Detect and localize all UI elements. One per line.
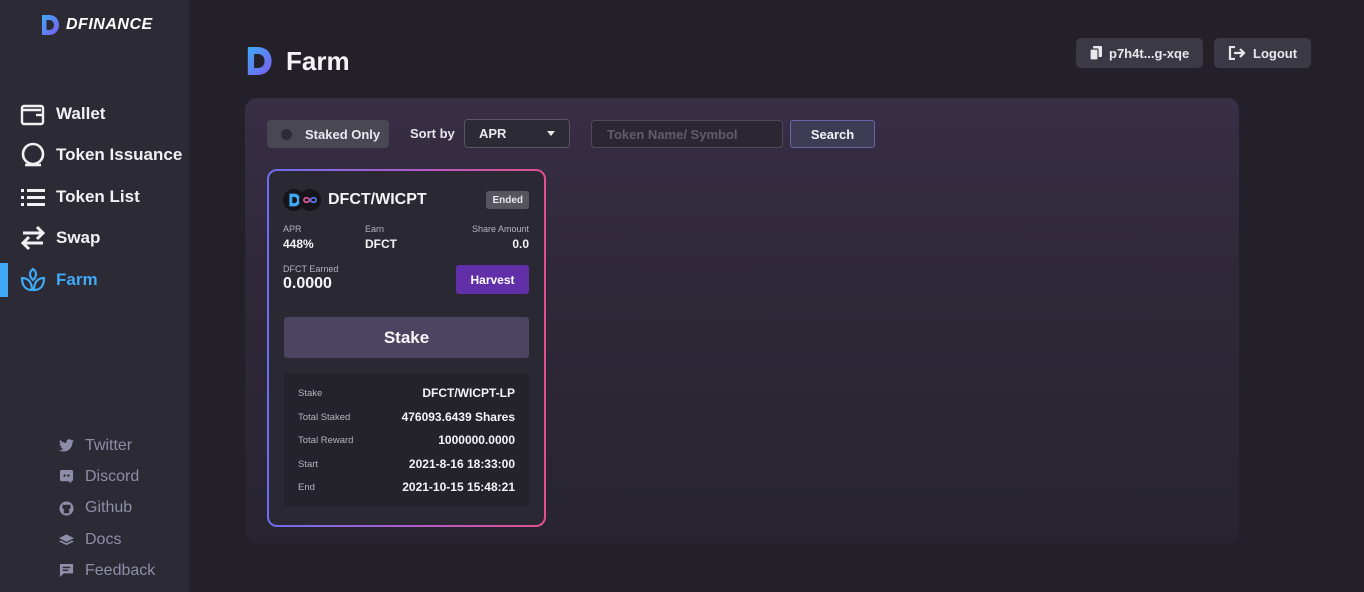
coin-icon: [20, 142, 46, 168]
caret-down-icon: [547, 131, 555, 136]
social-links: Twitter Discord Github Docs Feedback: [58, 430, 155, 586]
detail-key: Total Staked: [298, 411, 351, 423]
dfinance-logo-icon: [42, 15, 59, 35]
farm-card-body: DFCT/WICPT Ended APR 448% Earn DFCT Shar…: [269, 171, 544, 525]
page-header: Farm: [245, 45, 350, 77]
earn-label: Earn: [365, 224, 385, 234]
sidebar: DFINANCE Wallet Token Issuance Token Lis…: [0, 0, 189, 592]
farm-pair-name: DFCT/WICPT: [328, 191, 427, 208]
farm-details: Stake DFCT/WICPT-LP Total Staked 476093.…: [284, 373, 529, 506]
status-badge: Ended: [486, 191, 529, 209]
wallet-icon: [20, 101, 46, 127]
toggle-knob: [281, 128, 292, 140]
token-search-input[interactable]: [591, 120, 783, 148]
apr-label: APR: [283, 224, 302, 234]
staked-only-label: Staked Only: [305, 126, 381, 142]
feedback-icon: [58, 563, 74, 579]
share-amount-value: 0.0: [512, 237, 529, 251]
detail-row-start: Start 2021-8-16 18:33:00: [298, 454, 515, 474]
social-link-discord[interactable]: Discord: [58, 461, 155, 492]
sidebar-item-token-issuance[interactable]: Token Issuance: [0, 135, 189, 177]
sort-select[interactable]: APR: [464, 119, 570, 148]
farm-card: DFCT/WICPT Ended APR 448% Earn DFCT Shar…: [267, 169, 546, 527]
pair-token-icons: [283, 189, 321, 211]
detail-row-total-staked: Total Staked 476093.6439 Shares: [298, 407, 515, 427]
social-link-label: Feedback: [85, 561, 156, 579]
social-link-label: Twitter: [85, 436, 133, 454]
list-icon: [20, 184, 46, 210]
search-button[interactable]: Search: [790, 120, 875, 148]
social-link-github[interactable]: Github: [58, 493, 155, 524]
brand-name: DFINANCE: [66, 16, 153, 33]
logout-icon: [1228, 46, 1246, 60]
social-link-label: Docs: [85, 530, 122, 548]
github-icon: [58, 500, 74, 516]
earn-value: DFCT: [365, 237, 397, 251]
stake-button[interactable]: Stake: [284, 317, 529, 358]
harvest-button[interactable]: Harvest: [456, 265, 529, 294]
dfct-earned-label: DFCT Earned: [283, 264, 339, 274]
staked-only-toggle[interactable]: Staked Only: [267, 120, 389, 148]
logout-button[interactable]: Logout: [1214, 38, 1312, 68]
detail-row-total-reward: Total Reward 1000000.0000: [298, 430, 515, 450]
discord-icon: [58, 469, 74, 485]
share-amount-label: Share Amount: [471, 224, 529, 234]
detail-value: 2021-8-16 18:33:00: [408, 457, 515, 471]
social-link-docs[interactable]: Docs: [58, 524, 155, 555]
copy-icon: [1090, 46, 1102, 60]
wicpt-token-icon: [299, 189, 321, 211]
dfinance-logo-icon: [247, 47, 272, 75]
detail-value: 2021-10-15 15:48:21: [402, 480, 515, 494]
detail-row-stake: Stake DFCT/WICPT-LP: [298, 383, 515, 403]
swap-icon: [20, 225, 46, 251]
account-button[interactable]: p7h4t...g-xqe: [1076, 38, 1204, 68]
main-nav: Wallet Token Issuance Token List Swap Fa…: [0, 93, 189, 301]
social-link-label: Discord: [85, 467, 140, 485]
farm-panel: Staked Only Sort by APR Search DFCT/WICP…: [245, 98, 1239, 544]
social-link-feedback[interactable]: Feedback: [58, 555, 155, 586]
detail-key: Total Reward: [298, 434, 354, 446]
sidebar-item-label: Token Issuance: [56, 145, 183, 165]
sidebar-item-label: Swap: [56, 228, 101, 248]
detail-value: 1000000.0000: [438, 433, 515, 447]
dfct-earned-value: 0.0000: [283, 275, 332, 292]
docs-icon: [58, 532, 74, 548]
detail-value: DFCT/WICPT-LP: [422, 386, 515, 400]
social-link-twitter[interactable]: Twitter: [58, 430, 155, 461]
sidebar-item-label: Farm: [56, 269, 98, 289]
detail-key: Stake: [298, 387, 323, 399]
farm-icon: [20, 267, 46, 293]
detail-value: 476093.6439 Shares: [401, 410, 515, 424]
sort-by-label: Sort by: [410, 126, 455, 141]
sidebar-item-farm[interactable]: Farm: [0, 259, 189, 301]
twitter-icon: [58, 438, 74, 454]
sort-selected-value: APR: [479, 126, 507, 141]
sidebar-item-label: Token List: [56, 186, 140, 206]
brand-logo[interactable]: DFINANCE: [40, 14, 153, 36]
social-link-label: Github: [85, 499, 133, 517]
sidebar-item-token-list[interactable]: Token List: [0, 176, 189, 218]
detail-key: Start: [298, 458, 319, 470]
detail-row-end: End 2021-10-15 15:48:21: [298, 477, 515, 497]
sidebar-item-wallet[interactable]: Wallet: [0, 93, 189, 135]
apr-value: 448%: [283, 237, 314, 251]
page-title: Farm: [286, 45, 350, 76]
sidebar-item-swap[interactable]: Swap: [0, 218, 189, 260]
detail-key: End: [298, 481, 315, 493]
account-address: p7h4t...g-xqe: [1109, 45, 1190, 61]
logout-label: Logout: [1253, 45, 1298, 61]
sidebar-item-label: Wallet: [56, 103, 106, 123]
